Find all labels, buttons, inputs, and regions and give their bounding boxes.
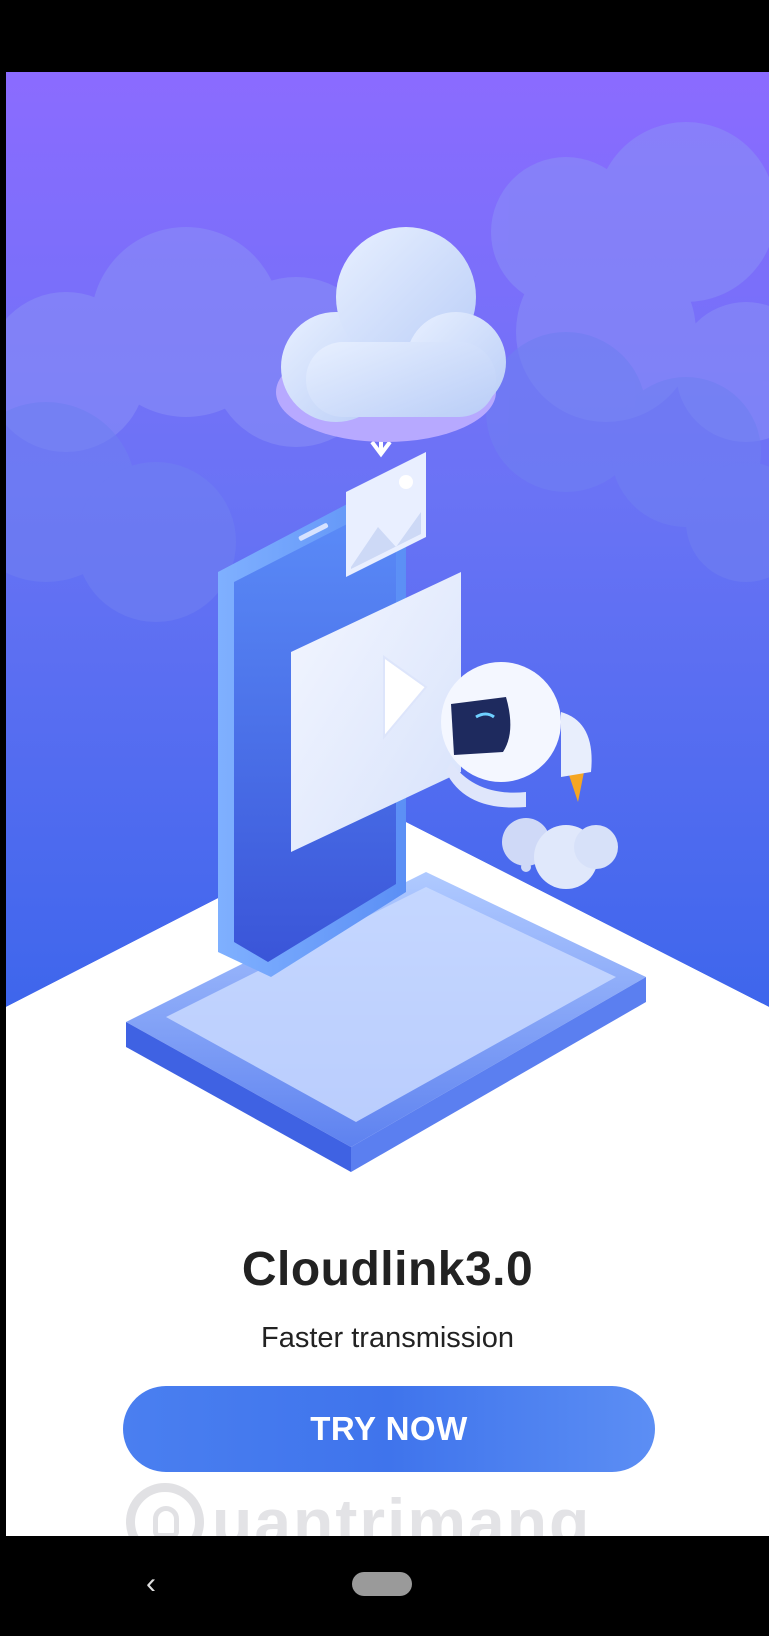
onboarding-screen: Cloudlink3.0 Faster transmission TRY NOW… bbox=[6, 72, 769, 1536]
back-icon[interactable]: ‹ bbox=[136, 1564, 166, 1604]
system-nav-bar: ‹ bbox=[0, 1536, 769, 1636]
status-bar bbox=[0, 0, 769, 72]
hero-illustration bbox=[6, 72, 769, 1282]
page-title: Cloudlink3.0 bbox=[241, 1243, 534, 1296]
watermark-text: uantrimang bbox=[212, 1485, 592, 1536]
home-pill-icon[interactable] bbox=[352, 1572, 412, 1596]
try-now-button[interactable]: TRY NOW bbox=[123, 1386, 655, 1472]
page-subtitle: Faster transmission bbox=[260, 1322, 514, 1354]
watermark: uantrimang bbox=[126, 1482, 646, 1536]
bulb-logo-icon bbox=[126, 1483, 204, 1536]
